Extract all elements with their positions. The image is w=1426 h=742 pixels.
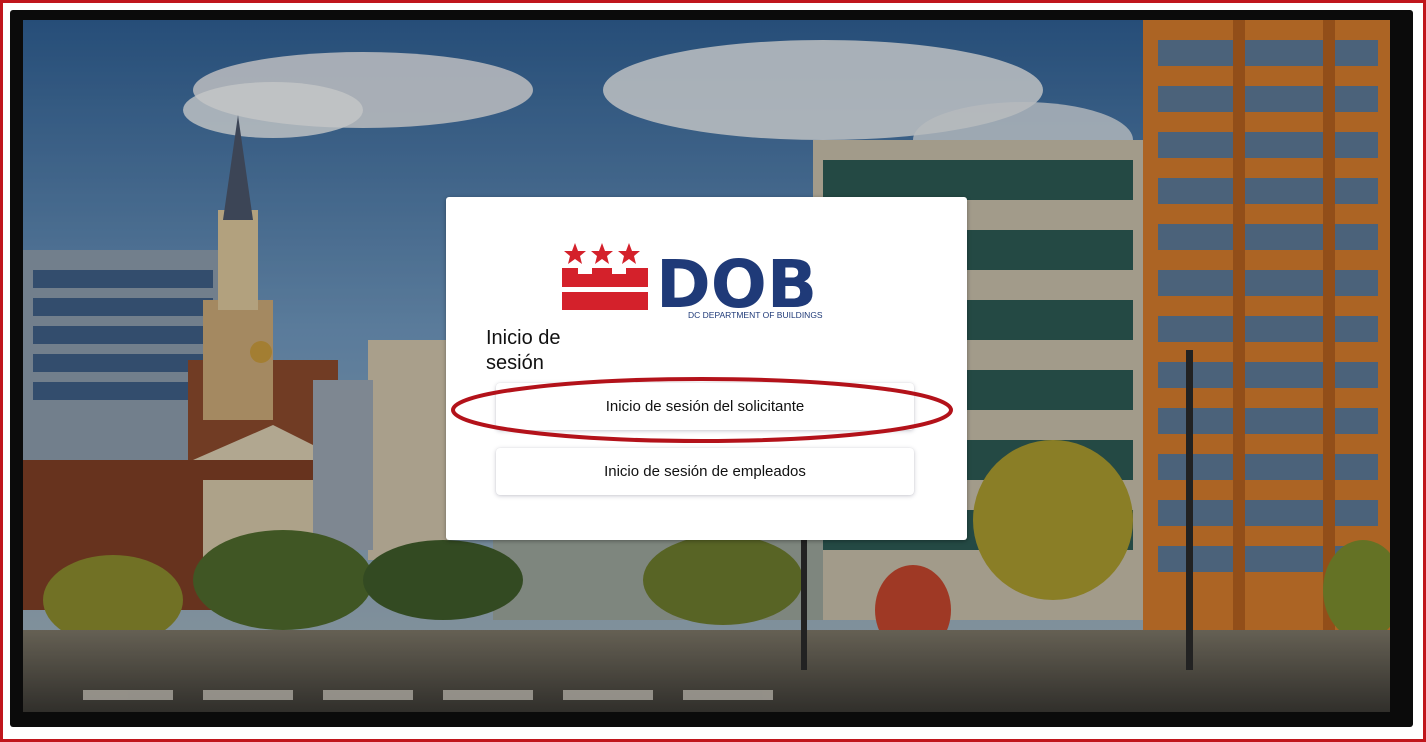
applicant-login-button[interactable]: Inicio de sesión del solicitante: [496, 383, 914, 430]
dc-flag-logo-icon: DOB DC DEPARTMENT OF BUILDINGS: [562, 243, 823, 323]
page-title: Inicio de sesión: [486, 327, 561, 374]
logo-subtitle: DC DEPARTMENT OF BUILDINGS: [688, 310, 823, 320]
employee-login-button[interactable]: Inicio de sesión de empleados: [496, 448, 914, 495]
dob-logo: DOB DC DEPARTMENT OF BUILDINGS: [562, 241, 844, 323]
login-card: DOB DC DEPARTMENT OF BUILDINGS Inicio de…: [446, 197, 967, 540]
